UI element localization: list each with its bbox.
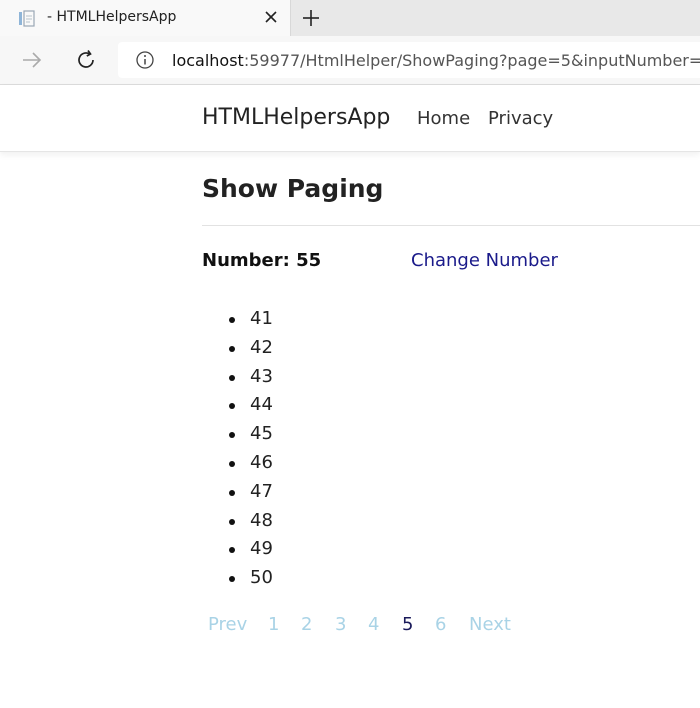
change-number-link[interactable]: Change Number	[411, 250, 558, 271]
number-list: 41 42 43 44 45 46 47 48 49 50	[202, 305, 273, 593]
address-bar[interactable]: localhost:59977/HtmlHelper/ShowPaging?pa…	[118, 42, 700, 78]
site-navbar: HTMLHelpersApp Home Privacy	[0, 85, 700, 152]
page-title: Show Paging	[202, 174, 384, 203]
number-display: Number: 55	[202, 250, 321, 271]
nav-home-link[interactable]: Home	[417, 108, 470, 129]
info-icon[interactable]	[135, 50, 155, 70]
pager-next[interactable]: Next	[469, 614, 511, 635]
list-item: 49	[202, 535, 273, 564]
pager-page-2[interactable]: 2	[301, 614, 312, 635]
pager-prev[interactable]: Prev	[208, 614, 247, 635]
list-item: 50	[202, 564, 273, 593]
pager-page-6[interactable]: 6	[435, 614, 446, 635]
forward-arrow-icon[interactable]	[20, 48, 44, 72]
list-item: 44	[202, 391, 273, 420]
tab-title: - HTMLHelpersApp	[47, 9, 177, 25]
nav-privacy-link[interactable]: Privacy	[488, 108, 553, 129]
list-item: 43	[202, 363, 273, 392]
page-icon	[19, 10, 35, 27]
browser-tab-strip: - HTMLHelpersApp	[0, 0, 700, 36]
list-item: 46	[202, 449, 273, 478]
browser-tab[interactable]: - HTMLHelpersApp	[0, 0, 291, 36]
number-label: Number:	[202, 250, 290, 271]
brand-link[interactable]: HTMLHelpersApp	[202, 105, 390, 130]
list-item: 41	[202, 305, 273, 334]
pager-page-3[interactable]: 3	[335, 614, 346, 635]
pager-page-1[interactable]: 1	[268, 614, 279, 635]
pager-page-current: 5	[402, 614, 414, 635]
list-item: 45	[202, 420, 273, 449]
browser-toolbar: localhost:59977/HtmlHelper/ShowPaging?pa…	[0, 36, 700, 85]
list-item: 47	[202, 478, 273, 507]
url-text[interactable]: localhost:59977/HtmlHelper/ShowPaging?pa…	[172, 51, 700, 70]
pager-page-4[interactable]: 4	[368, 614, 379, 635]
new-tab-icon[interactable]	[300, 7, 322, 29]
number-value: 55	[296, 250, 322, 271]
divider	[202, 225, 700, 226]
close-icon[interactable]	[262, 8, 280, 26]
url-path: :59977/HtmlHelper/ShowPaging?page=5&inpu…	[243, 51, 700, 70]
refresh-icon[interactable]	[74, 48, 98, 72]
list-item: 42	[202, 334, 273, 363]
url-host: localhost	[172, 51, 244, 70]
list-item: 48	[202, 507, 273, 536]
